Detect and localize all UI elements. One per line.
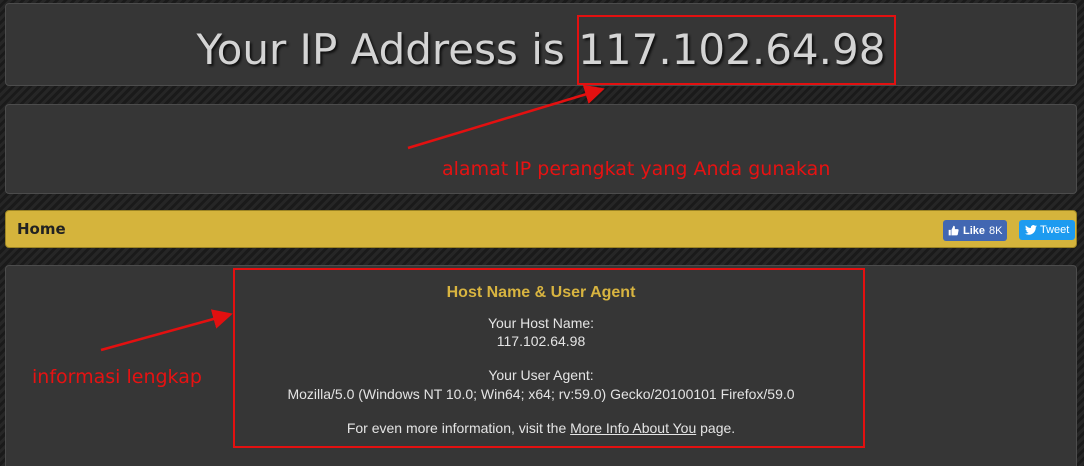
ip-arrow [407,84,605,150]
info-arrow [100,309,233,352]
annotation-arrows [100,84,605,352]
info-annotation-label: informasi lengkap [32,366,202,388]
ip-annotation-label: alamat IP perangkat yang Anda gunakan [442,158,831,180]
